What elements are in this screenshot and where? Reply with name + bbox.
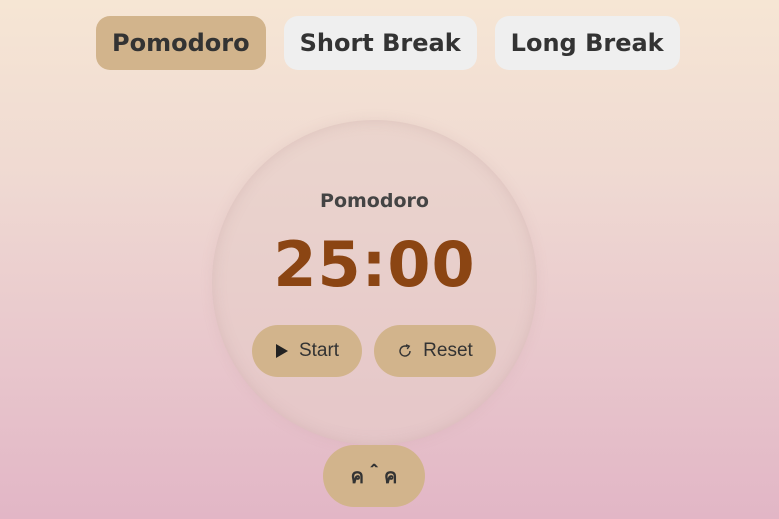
play-icon <box>275 343 289 359</box>
refresh-icon <box>397 343 413 359</box>
mascot-button[interactable]: ค＾ค <box>323 445 425 507</box>
timer-controls: Start Reset <box>252 325 496 377</box>
tab-pomodoro[interactable]: Pomodoro <box>96 16 266 70</box>
start-button-label: Start <box>298 340 340 361</box>
reset-button[interactable]: Reset <box>374 325 496 377</box>
tab-short-break[interactable]: Short Break <box>283 16 477 70</box>
mascot-button-label: ค＾ค <box>350 464 398 488</box>
start-button[interactable]: Start <box>252 325 362 377</box>
mode-tabs: Pomodoro Short Break Long Break <box>96 16 680 70</box>
timer-display: 25:00 <box>273 228 476 301</box>
reset-button-label: Reset <box>423 340 473 361</box>
timer-mode-label: Pomodoro <box>320 190 429 212</box>
tab-long-break[interactable]: Long Break <box>494 16 680 70</box>
